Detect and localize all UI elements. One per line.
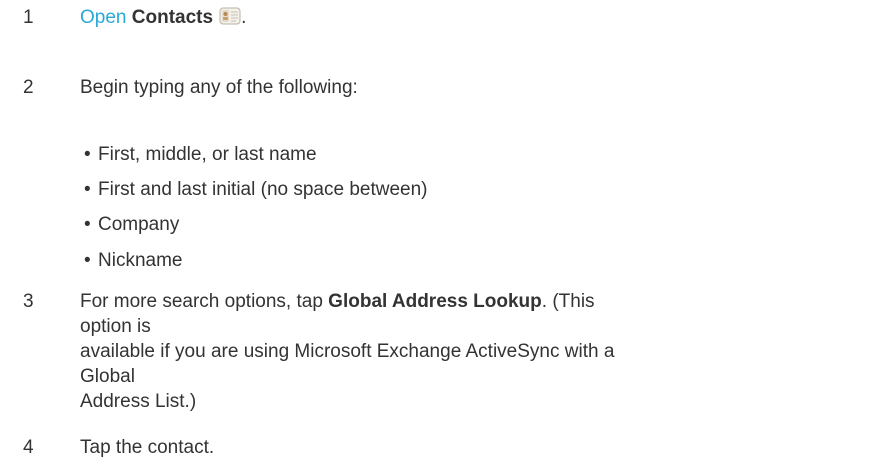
contacts-app-icon — [219, 7, 241, 25]
step-number: 4 — [23, 437, 34, 458]
list-item: • First, middle, or last name — [84, 144, 317, 165]
list-item: • Nickname — [84, 250, 183, 271]
step-number: 3 — [23, 291, 34, 312]
step-text: Open Contacts . — [80, 5, 246, 30]
list-item: • First and last initial (no space betwee… — [84, 179, 428, 200]
step-text: Tap the contact. — [80, 437, 215, 458]
step-text-line: Address List.) — [80, 391, 197, 412]
step-text: For more search options, tap Global Addr… — [80, 289, 640, 414]
open-link[interactable]: Open — [80, 7, 126, 28]
trailing-period: . — [241, 7, 247, 28]
list-item: • Company — [84, 214, 180, 235]
step-text: Begin typing any of the following: — [80, 77, 358, 98]
step-number: 1 — [23, 7, 34, 28]
contacts-label: Contacts — [131, 7, 214, 28]
step-text-line: For more search options, tap Global Addr… — [80, 291, 595, 337]
step-text-line: available if you are using Microsoft Exc… — [80, 341, 615, 387]
global-address-lookup-label: Global Address Lookup — [328, 291, 542, 312]
step-number: 2 — [23, 77, 34, 98]
